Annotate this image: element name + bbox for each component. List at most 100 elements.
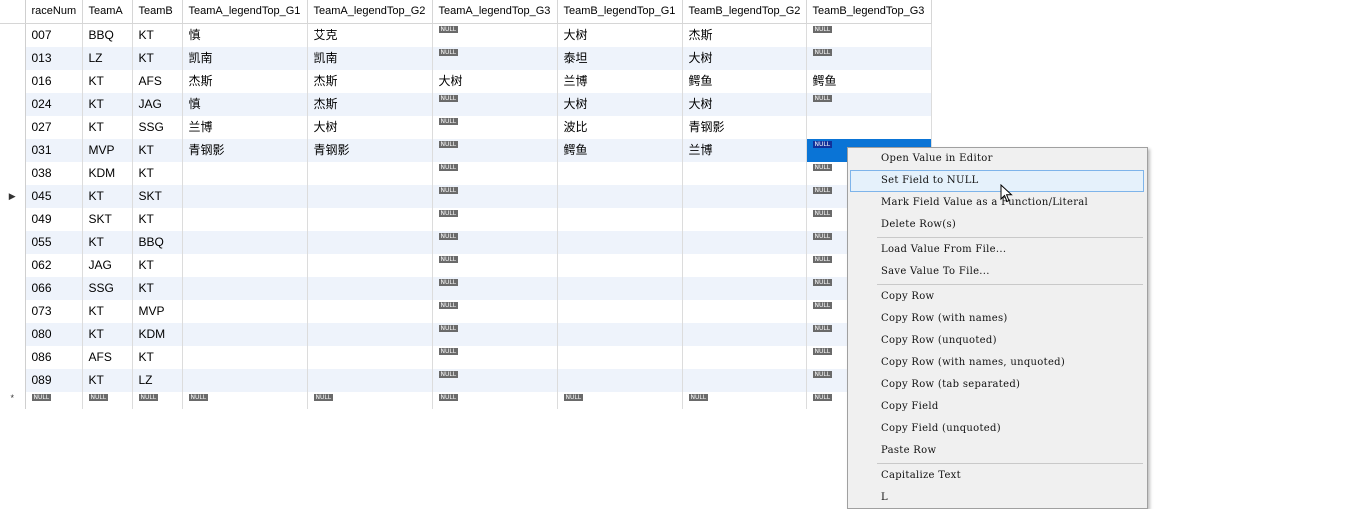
menu-lowercase-text[interactable]: L — [848, 487, 1147, 509]
table-row[interactable]: 027 KT SSG 兰博 大树 NULL 波比 青钢影 — [0, 116, 932, 139]
menu-load-value-from-file[interactable]: Load Value From File... — [848, 239, 1147, 261]
grid-cell[interactable]: 027 — [25, 116, 83, 139]
table-row[interactable]: 073 KT MVP NULL NULL — [0, 300, 932, 323]
row-indicator[interactable] — [0, 369, 26, 392]
grid-cell[interactable]: NULL — [432, 277, 558, 300]
new-row[interactable]: * NULL NULL NULL NULL NULL NULL NULL NULL NULL — [0, 392, 932, 409]
grid-cell[interactable]: 兰博 — [182, 116, 308, 139]
grid-cell[interactable]: NULL — [132, 392, 183, 409]
grid-cell[interactable]: 杰斯 — [682, 23, 807, 47]
grid-cell[interactable] — [557, 369, 683, 392]
grid-cell[interactable]: NULL — [432, 300, 558, 323]
menu-open-value-in-editor[interactable]: Open Value in Editor — [848, 148, 1147, 170]
grid-cell[interactable] — [307, 231, 433, 254]
grid-cell[interactable]: AFS — [82, 346, 133, 369]
grid-cell[interactable] — [182, 369, 308, 392]
grid-cell[interactable]: NULL — [432, 162, 558, 185]
grid-cell[interactable] — [557, 300, 683, 323]
grid-cell[interactable] — [307, 162, 433, 185]
grid-cell[interactable] — [682, 254, 807, 277]
menu-copy-row-tab-separated[interactable]: Copy Row (tab separated) — [848, 374, 1147, 396]
grid-cell[interactable]: NULL — [432, 231, 558, 254]
grid-cell[interactable] — [307, 277, 433, 300]
grid-cell[interactable]: SKT — [82, 208, 133, 231]
row-indicator[interactable] — [0, 139, 26, 162]
grid-cell[interactable]: KT — [82, 231, 133, 254]
grid-cell[interactable]: 杰斯 — [307, 93, 433, 116]
grid-cell[interactable]: KT — [132, 277, 183, 300]
grid-cell[interactable] — [682, 162, 807, 185]
grid-cell[interactable]: BBQ — [132, 231, 183, 254]
grid-cell[interactable]: 055 — [25, 231, 83, 254]
grid-cell[interactable]: 013 — [25, 47, 83, 70]
grid-cell[interactable] — [557, 254, 683, 277]
grid-cell[interactable]: 鳄鱼 — [806, 70, 932, 93]
grid-cell[interactable]: 大树 — [682, 47, 807, 70]
row-indicator[interactable] — [0, 300, 26, 323]
column-header[interactable]: TeamA_legendTop_G3 — [432, 0, 558, 24]
grid-cell[interactable] — [182, 323, 308, 346]
row-indicator[interactable] — [0, 254, 26, 277]
grid-cell[interactable]: 073 — [25, 300, 83, 323]
grid-cell[interactable]: KT — [82, 116, 133, 139]
grid-cell[interactable]: KT — [132, 208, 183, 231]
row-indicator[interactable] — [0, 208, 26, 231]
grid-cell[interactable]: KT — [132, 162, 183, 185]
row-indicator[interactable] — [0, 23, 26, 47]
grid-cell[interactable]: 066 — [25, 277, 83, 300]
menu-copy-field[interactable]: Copy Field — [848, 396, 1147, 418]
grid-cell[interactable] — [182, 346, 308, 369]
table-row[interactable]: 080 KT KDM NULL NULL — [0, 323, 932, 346]
grid-cell[interactable]: 杰斯 — [307, 70, 433, 93]
grid-cell[interactable]: NULL — [432, 323, 558, 346]
grid-cell[interactable] — [682, 185, 807, 208]
grid-cell[interactable]: 兰博 — [557, 70, 683, 93]
grid-cell[interactable]: NULL — [806, 23, 932, 47]
grid-cell[interactable]: 泰坦 — [557, 47, 683, 70]
grid-cell[interactable]: 089 — [25, 369, 83, 392]
grid-cell[interactable]: NULL — [432, 139, 558, 162]
grid-cell[interactable]: 凯南 — [182, 47, 308, 70]
column-header[interactable]: TeamB — [132, 0, 183, 24]
row-indicator[interactable] — [0, 93, 26, 116]
table-row[interactable]: 031 MVP KT 青钢影 青钢影 NULL 鳄鱼 兰博 NULL — [0, 139, 932, 162]
grid-cell[interactable]: 慎 — [182, 23, 308, 47]
grid-cell[interactable]: 波比 — [557, 116, 683, 139]
grid-cell[interactable] — [557, 323, 683, 346]
grid-cell[interactable]: NULL — [432, 116, 558, 139]
grid-cell[interactable]: 大树 — [557, 23, 683, 47]
row-indicator[interactable] — [0, 70, 26, 93]
menu-copy-row-with-names[interactable]: Copy Row (with names) — [848, 308, 1147, 330]
grid-cell[interactable]: LZ — [132, 369, 183, 392]
grid-cell[interactable]: 062 — [25, 254, 83, 277]
grid-cell[interactable]: 大树 — [307, 116, 433, 139]
table-row[interactable]: 013 LZ KT 凯南 凯南 NULL 泰坦 大树 NULL — [0, 47, 932, 70]
menu-capitalize-text[interactable]: Capitalize Text — [848, 465, 1147, 487]
grid-cell[interactable]: 024 — [25, 93, 83, 116]
grid-cell[interactable]: KT — [82, 323, 133, 346]
menu-copy-field-unquoted[interactable]: Copy Field (unquoted) — [848, 418, 1147, 440]
grid-cell[interactable] — [682, 346, 807, 369]
grid-cell[interactable]: 凯南 — [307, 47, 433, 70]
grid-cell[interactable]: NULL — [25, 392, 83, 409]
grid-cell[interactable]: 045 — [25, 185, 83, 208]
grid-cell[interactable]: 031 — [25, 139, 83, 162]
grid-cell[interactable]: BBQ — [82, 23, 133, 47]
grid-cell[interactable]: 049 — [25, 208, 83, 231]
grid-cell[interactable]: NULL — [432, 392, 558, 409]
menu-copy-row-with-names-unquoted[interactable]: Copy Row (with names, unquoted) — [848, 352, 1147, 374]
column-header[interactable]: TeamA_legendTop_G1 — [182, 0, 308, 24]
table-row[interactable]: 007 BBQ KT 慎艾克 NULL 大树 杰斯 NULL — [0, 23, 932, 47]
grid-cell[interactable]: NULL — [432, 254, 558, 277]
grid-cell[interactable] — [182, 208, 308, 231]
row-indicator[interactable] — [0, 277, 26, 300]
grid-cell[interactable]: KDM — [82, 162, 133, 185]
grid-cell[interactable]: SKT — [132, 185, 183, 208]
grid-cell[interactable]: NULL — [806, 47, 932, 70]
grid-cell[interactable]: NULL — [432, 93, 558, 116]
table-row[interactable]: 086 AFS KT NULL NULL — [0, 346, 932, 369]
grid-cell[interactable]: 大树 — [682, 93, 807, 116]
grid-cell[interactable]: 016 — [25, 70, 83, 93]
grid-cell[interactable]: NULL — [82, 392, 133, 409]
grid-cell[interactable] — [557, 346, 683, 369]
